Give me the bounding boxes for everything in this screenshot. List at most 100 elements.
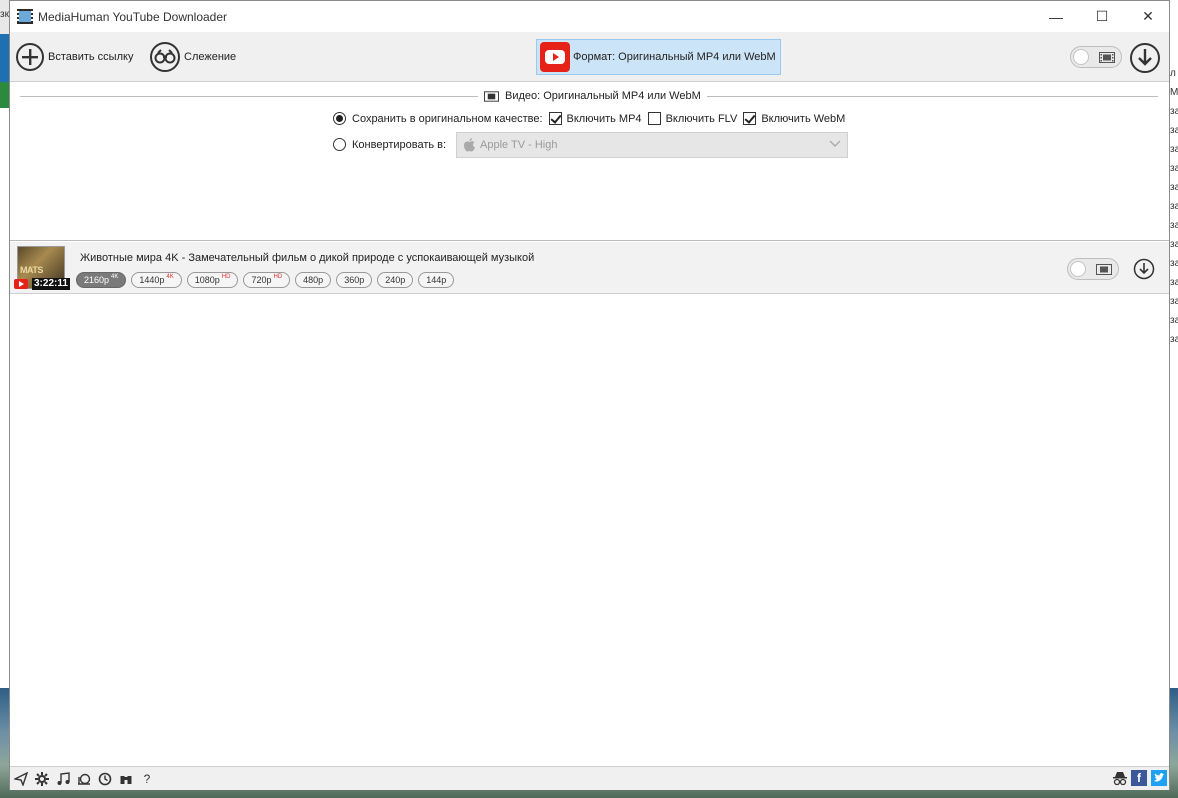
quality-options: 2160p 4K 1440p 4K 1080p HD 720p HD 480p 360p 240p 1…	[76, 272, 459, 288]
paste-link-button[interactable]: Вставить ссылку	[15, 40, 133, 74]
desktop-right-text: за	[1170, 125, 1178, 136]
desktop-left-green	[0, 82, 9, 108]
desktop-left-white	[0, 108, 9, 688]
toggle-knob	[1070, 261, 1086, 277]
title-bar: MediaHuman YouTube Downloader — ☐ ✕	[10, 1, 1169, 32]
desktop-right-text: за	[1170, 258, 1178, 269]
minimize-button[interactable]: —	[1033, 1, 1079, 32]
send-icon[interactable]	[14, 772, 28, 786]
format-settings-panel: Видео: Оригинальный MP4 или WebM Сохрани…	[10, 83, 1169, 241]
desktop-left-window-edge: зк	[0, 0, 9, 34]
video-duration: 3:22:11	[32, 278, 70, 290]
include-webm-checkbox-group[interactable]: Включить WebM	[743, 112, 845, 125]
desktop-right-text: за	[1170, 106, 1178, 117]
close-glyph: ✕	[1142, 8, 1154, 24]
quality-option-240p[interactable]: 240p	[377, 272, 414, 288]
quality-option-360p[interactable]: 360p	[336, 272, 373, 288]
convert-row: Конвертировать в:	[333, 138, 446, 151]
include-flv-label: Включить FLV	[665, 112, 738, 125]
video-title: Животные мира 4K - Замечательный фильм о…	[80, 252, 535, 264]
include-webm-checkbox[interactable]	[743, 112, 757, 125]
desktop-right-text: за	[1170, 201, 1178, 212]
format-button[interactable]: Формат: Оригинальный MP4 или WebM	[536, 39, 781, 75]
desktop-right-text: за	[1170, 277, 1178, 288]
quality-label: 1080p	[194, 275, 220, 285]
video-mode-toggle[interactable]	[1070, 46, 1122, 68]
download-item-icon[interactable]	[1133, 258, 1155, 280]
convert-radio[interactable]	[333, 138, 346, 151]
quality-label: 240p	[385, 275, 406, 285]
convert-format-value: Apple TV - High	[480, 139, 558, 151]
quality-label: 144p	[426, 275, 447, 285]
maximize-button[interactable]: ☐	[1079, 1, 1125, 32]
window-title: MediaHuman YouTube Downloader	[38, 10, 228, 24]
app-window: MediaHuman YouTube Downloader — ☐ ✕ Вста…	[9, 0, 1170, 790]
facebook-icon[interactable]: f	[1131, 770, 1147, 786]
desktop-right-text: М	[1170, 87, 1178, 98]
item-video-mode-toggle[interactable]	[1067, 258, 1119, 280]
app-icon	[17, 9, 33, 24]
quality-label: 360p	[344, 275, 365, 285]
desktop-left-text: зк	[0, 9, 9, 20]
incognito-icon[interactable]	[1112, 771, 1128, 787]
include-flv-checkbox-group[interactable]: Включить FLV	[647, 112, 738, 125]
download-all-button[interactable]	[1129, 41, 1161, 75]
toolbar: Вставить ссылку Слежение Формат: Оригина…	[10, 32, 1169, 82]
maximize-glyph: ☐	[1095, 8, 1109, 24]
youtube-icon	[540, 42, 570, 72]
film-icon	[1099, 52, 1115, 63]
binoculars-small-icon[interactable]	[119, 772, 133, 786]
desktop-right-text: за	[1170, 182, 1178, 193]
include-mp4-label: Включить MP4	[566, 112, 642, 125]
plus-circle-icon	[16, 43, 44, 71]
desktop-right-text: за	[1170, 296, 1178, 307]
desktop-right-text: л	[1170, 68, 1176, 79]
help-icon[interactable]: ?	[140, 772, 154, 786]
quality-option-2160p[interactable]: 2160p 4K	[76, 272, 127, 288]
quality-tag: HD	[221, 274, 231, 280]
music-icon[interactable]	[56, 772, 70, 786]
desktop-right-text: за	[1170, 315, 1178, 326]
tracking-label: Слежение	[184, 51, 237, 63]
quality-label: 480p	[303, 275, 324, 285]
film-icon	[484, 90, 499, 102]
desktop-right-text: за	[1170, 144, 1178, 155]
include-mp4-checkbox[interactable]	[548, 112, 562, 125]
minimize-glyph: —	[1049, 8, 1063, 25]
desktop-right-text: за	[1170, 239, 1178, 250]
apple-icon	[464, 138, 475, 152]
quality-label: 2160p	[84, 275, 110, 285]
chevron-down-icon	[829, 140, 841, 147]
gear-icon[interactable]	[35, 772, 49, 786]
quality-option-1440p[interactable]: 1440p 4K	[131, 272, 182, 288]
thumbnail-overlay-text: MATS	[20, 265, 43, 275]
desktop-right-text: за	[1170, 220, 1178, 231]
quality-label: 720p	[251, 275, 272, 285]
include-mp4-checkbox-group[interactable]: Включить MP4	[548, 112, 642, 125]
download-list-item[interactable]: MATS 3:22:11 Животные мира 4K - Замечате…	[10, 242, 1169, 294]
section-title: Видео: Оригинальный MP4 или WebM	[505, 90, 701, 102]
binoculars-icon	[150, 42, 180, 72]
section-header: Видео: Оригинальный MP4 или WebM	[478, 90, 707, 102]
download-circle-icon	[1130, 43, 1160, 73]
keep-original-label: Сохранить в оригинальном качестве:	[352, 112, 543, 125]
convert-format-select[interactable]: Apple TV - High	[456, 132, 848, 158]
film-icon	[1096, 264, 1112, 275]
include-flv-checkbox[interactable]	[647, 112, 661, 125]
quality-option-144p[interactable]: 144p	[418, 272, 455, 288]
keep-original-radio[interactable]	[333, 112, 346, 125]
quality-option-1080p[interactable]: 1080p HD	[186, 272, 239, 288]
include-webm-label: Включить WebM	[761, 112, 846, 125]
snail-icon[interactable]	[77, 772, 91, 786]
quality-option-720p[interactable]: 720p HD	[243, 272, 291, 288]
twitter-icon[interactable]	[1151, 770, 1167, 786]
desktop-right-window-edge: л Мза за за за за за за за за за за за за	[1170, 0, 1178, 798]
tracking-button[interactable]: Слежение	[149, 40, 236, 74]
quality-option-480p[interactable]: 480p	[295, 272, 332, 288]
status-bar: ? f	[10, 766, 1169, 790]
desktop-right-text: за	[1170, 163, 1178, 174]
clock-icon[interactable]	[98, 772, 112, 786]
close-button[interactable]: ✕	[1125, 1, 1171, 32]
quality-label: 1440p	[139, 275, 165, 285]
quality-tag: 4K	[166, 274, 174, 280]
